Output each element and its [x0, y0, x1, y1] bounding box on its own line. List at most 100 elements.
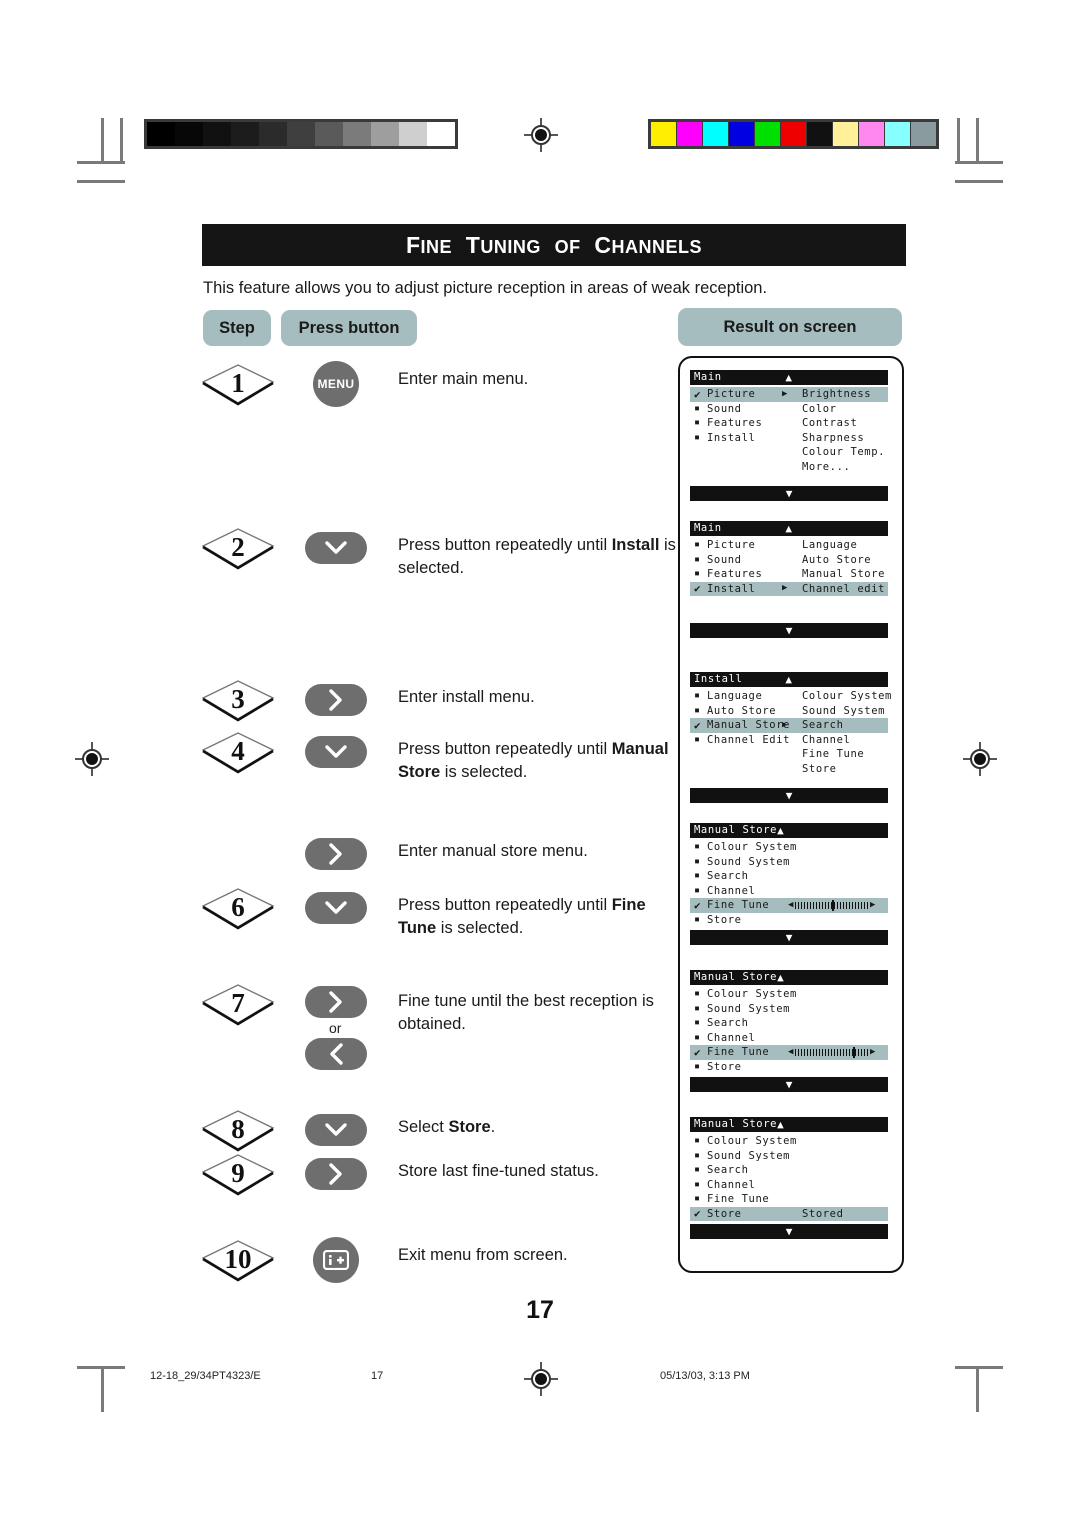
osd-menu-item[interactable]: ▪ Sound System — [690, 1149, 888, 1164]
osd-menu-item[interactable]: ✔ Store Stored — [690, 1206, 888, 1221]
osd-submenu-item[interactable]: Fine Tune — [802, 747, 902, 762]
osd-scroll-down-bar[interactable]: ▼ — [690, 486, 888, 501]
color-swatch — [911, 122, 936, 146]
osd-submenu-item[interactable]: More... — [802, 460, 902, 475]
osd-menu-item[interactable]: ▪ Store — [690, 913, 888, 928]
osd-submenu-item[interactable]: Colour Temp. — [802, 445, 902, 460]
osd-submenu-item[interactable]: Sound System — [802, 704, 902, 719]
slider-left-arrow-icon[interactable]: ◀ — [788, 1047, 794, 1057]
page-number: 17 — [526, 1296, 554, 1324]
step-description: Exit menu from screen. — [398, 1244, 688, 1267]
bullet-icon: ▪ — [694, 855, 701, 867]
osd-submenu-item[interactable]: Auto Store — [802, 553, 902, 568]
osd-menu-item-label: Channel — [707, 884, 756, 897]
bullet-icon: ▪ — [694, 884, 701, 896]
osd-menu-item-label: Auto Store — [707, 704, 777, 717]
chevron-down-icon[interactable] — [305, 892, 367, 924]
osd-scroll-down-bar[interactable]: ▼ — [690, 1077, 888, 1092]
osd-menu-item-label: Sound System — [707, 855, 791, 868]
osd-menu-item[interactable]: ▪ Sound System — [690, 855, 888, 870]
chevron-right-icon[interactable] — [305, 838, 367, 870]
osd-menu-item[interactable]: ✔ Fine Tune ◀ ▶ — [690, 1045, 888, 1060]
chevron-left-icon[interactable] — [305, 1038, 367, 1070]
osd-menu-item[interactable]: ▪ Sound System — [690, 1002, 888, 1017]
chevron-right-icon[interactable] — [305, 986, 367, 1018]
osd-scroll-down-arrow[interactable]: ▼ — [786, 625, 793, 636]
osd-submenu-item[interactable]: Contrast — [802, 416, 902, 431]
osd-scroll-down-bar[interactable]: ▼ — [690, 1224, 888, 1239]
menu-text-button[interactable]: MENU — [313, 361, 359, 407]
osd-menu-item[interactable]: ▪ Search — [690, 869, 888, 884]
osd-scroll-down-arrow[interactable]: ▼ — [786, 488, 793, 499]
slider-knob[interactable] — [832, 899, 835, 911]
step-number-diamond: 8 — [199, 1108, 277, 1152]
osd-submenu-item[interactable]: Language — [802, 538, 902, 553]
osd-screen: Manual Store ▲ ▪ Colour System ▪ Sound System… — [690, 1117, 888, 1239]
osd-submenu-item[interactable]: Manual Store — [802, 567, 902, 582]
bullet-icon: ▪ — [694, 704, 701, 716]
info-exit-button[interactable] — [313, 1237, 359, 1283]
slider-track — [795, 1046, 870, 1058]
osd-scroll-up-arrow[interactable]: ▲ — [785, 674, 792, 685]
chevron-down-icon[interactable] — [305, 1114, 367, 1146]
osd-title-bar: Install ▲ — [690, 672, 888, 687]
color-swatch — [703, 122, 728, 146]
osd-screen: Manual Store ▲ ▪ Colour System ▪ Sound System… — [690, 970, 888, 1092]
chevron-down-icon[interactable] — [305, 736, 367, 768]
osd-submenu-item[interactable]: Brightness — [802, 387, 902, 402]
osd-scroll-down-bar[interactable]: ▼ — [690, 623, 888, 638]
osd-menu-item[interactable]: ▪ Search — [690, 1163, 888, 1178]
step-number-diamond: 6 — [199, 886, 277, 930]
osd-submenu-item[interactable]: Colour System — [802, 689, 902, 704]
osd-menu-item[interactable]: ▪ Colour System — [690, 1134, 888, 1149]
slider-left-arrow-icon[interactable]: ◀ — [788, 900, 794, 910]
osd-scroll-up-arrow[interactable]: ▲ — [777, 1119, 784, 1130]
slider-right-arrow-icon[interactable]: ▶ — [870, 1047, 876, 1057]
slider-right-arrow-icon[interactable]: ▶ — [870, 900, 876, 910]
osd-menu-item[interactable]: ▪ Colour System — [690, 840, 888, 855]
osd-menu-item[interactable]: ▪ Channel — [690, 1178, 888, 1193]
osd-scroll-up-arrow[interactable]: ▲ — [785, 523, 792, 534]
color-swatch — [859, 122, 884, 146]
step-description: Press button repeatedly until Install is… — [398, 534, 688, 580]
osd-menu-item[interactable]: ▪ Search — [690, 1016, 888, 1031]
osd-scroll-down-arrow[interactable]: ▼ — [786, 1226, 793, 1237]
osd-title: Manual Store — [694, 824, 778, 837]
step-description-text: Exit menu from screen. — [398, 1246, 568, 1264]
bullet-icon: ▪ — [694, 1164, 701, 1176]
fine-tune-slider[interactable]: ◀ ▶ — [788, 899, 876, 911]
osd-scroll-down-arrow[interactable]: ▼ — [786, 1079, 793, 1090]
fine-tune-slider[interactable]: ◀ ▶ — [788, 1046, 876, 1058]
osd-submenu-item[interactable]: Channel edit — [802, 582, 902, 597]
chevron-down-icon[interactable] — [305, 532, 367, 564]
osd-submenu-column: Colour System Sound System Search Channel Fi… — [802, 689, 902, 776]
osd-scroll-down-bar[interactable]: ▼ — [690, 788, 888, 803]
slider-knob[interactable] — [852, 1046, 855, 1058]
osd-submenu-item[interactable]: Search — [802, 718, 902, 733]
osd-scroll-down-arrow[interactable]: ▼ — [786, 790, 793, 801]
osd-scroll-up-arrow[interactable]: ▲ — [785, 372, 792, 383]
osd-scroll-up-arrow[interactable]: ▲ — [777, 825, 784, 836]
osd-submenu-item[interactable]: Sharpness — [802, 431, 902, 446]
osd-menu-item[interactable]: ▪ Fine Tune — [690, 1192, 888, 1207]
osd-screen: Install ▲ ▪ Language ▪ Auto Store ✔ Manual Stor… — [690, 672, 891, 803]
osd-menu-item-label: Store — [707, 1207, 742, 1220]
step-number: 9 — [231, 1157, 245, 1188]
osd-submenu-item[interactable]: Channel — [802, 733, 902, 748]
osd-menu-item[interactable]: ▪ Channel — [690, 1031, 888, 1046]
osd-menu-item[interactable]: ▪ Colour System — [690, 987, 888, 1002]
osd-menu-item[interactable]: ▪ Store — [690, 1060, 888, 1075]
osd-scroll-down-bar[interactable]: ▼ — [690, 930, 888, 945]
osd-scroll-up-arrow[interactable]: ▲ — [777, 972, 784, 983]
color-swatch — [781, 122, 806, 146]
bullet-icon: ▪ — [694, 690, 701, 702]
chevron-right-icon[interactable] — [305, 1158, 367, 1190]
osd-submenu-item[interactable]: Color — [802, 402, 902, 417]
osd-submenu-item[interactable]: Store — [802, 762, 902, 777]
osd-menu-item[interactable]: ▪ Channel — [690, 884, 888, 899]
osd-menu-item[interactable]: ✔ Fine Tune ◀ ▶ — [690, 898, 888, 913]
osd-title: Manual Store — [694, 1118, 778, 1131]
osd-scroll-down-arrow[interactable]: ▼ — [786, 932, 793, 943]
color-swatch — [833, 122, 858, 146]
chevron-right-icon[interactable] — [305, 684, 367, 716]
